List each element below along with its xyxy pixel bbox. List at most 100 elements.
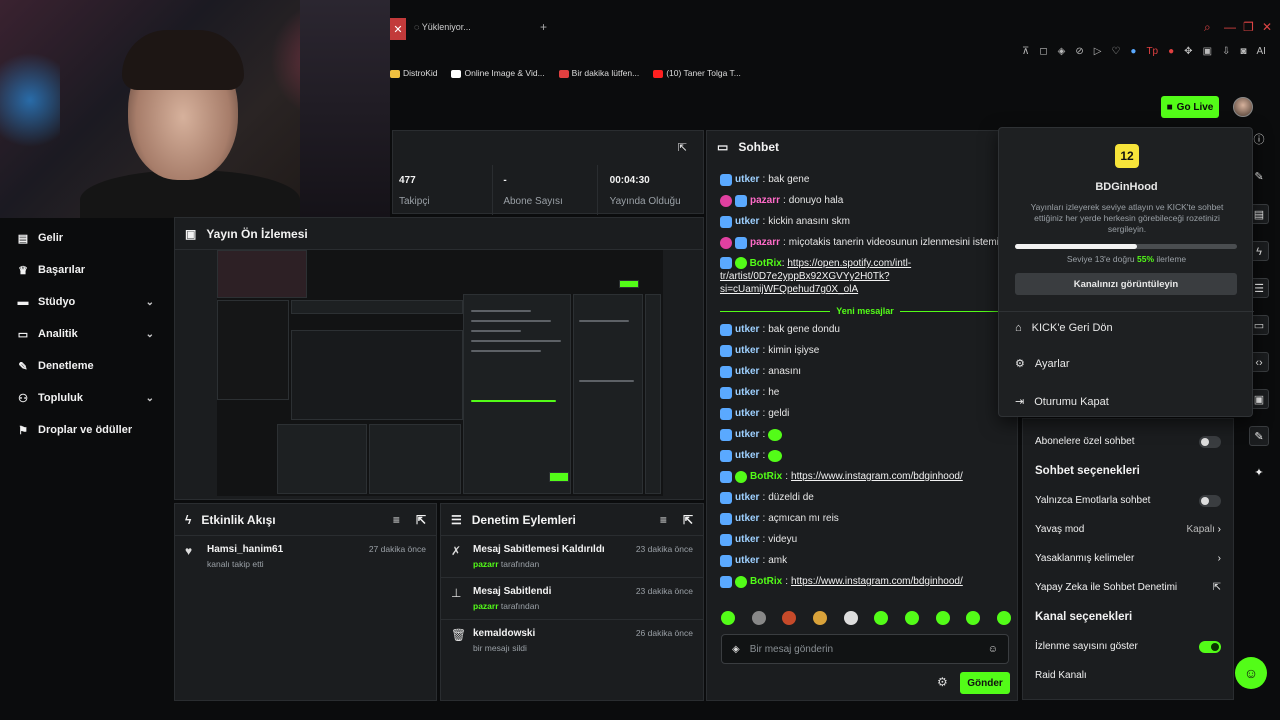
expand-icon[interactable]: ⇱	[678, 141, 687, 154]
help-chat-icon[interactable]: ☺	[1235, 657, 1267, 689]
play-icon[interactable]: ▷	[1094, 46, 1102, 57]
sparkle-icon[interactable]: ✦	[1249, 463, 1269, 483]
emote-icon[interactable]	[996, 611, 1011, 625]
badge-icon	[720, 470, 732, 483]
puzzle-icon[interactable]: ✥	[1184, 46, 1192, 57]
chat-message: utker:	[720, 445, 1010, 466]
sidebar-item-analitik[interactable]: ▭ Analitik ⌄	[0, 318, 172, 350]
sidebar: ▤ Gelir ♛ Başarılar ▬ Stüdyo ⌄ ▭ Analitik ⌄ ✎ D…	[0, 222, 172, 446]
bookmark-item[interactable]: (10) Taner Tolga T...	[653, 68, 741, 78]
emote-bar	[721, 611, 1011, 625]
trash-icon: 🗑	[451, 628, 467, 642]
external-link-icon: ⇱	[1212, 582, 1221, 593]
bookmark-item[interactable]: DistroKid	[390, 68, 437, 78]
raid-row[interactable]: Raid Kanalı	[1023, 661, 1233, 690]
wrench-icon[interactable]: ✎	[1249, 426, 1269, 446]
bookmark-item[interactable]: Bir dakika lütfen...	[558, 68, 639, 78]
wallet-icon[interactable]: ▣	[1203, 46, 1212, 57]
maximize-icon[interactable]: ❐	[1243, 20, 1254, 34]
bookmark-item[interactable]: Online Image & Vid...	[451, 68, 545, 78]
chat-message: utker: kickin anasını skm	[720, 211, 1010, 232]
emote-icon[interactable]	[812, 611, 827, 625]
chat-link[interactable]: https://open.spotify.com/intl-	[787, 258, 911, 269]
badge-icon	[720, 428, 732, 441]
loading-icon: ◌	[414, 22, 422, 32]
chat-message: BotRix: https://www.instagram.com/bdginh…	[720, 571, 1010, 592]
heart-icon[interactable]: ♡	[1111, 46, 1120, 57]
new-tab-button[interactable]: +	[540, 20, 547, 34]
sidebar-item-droplar[interactable]: ⚑ Droplar ve ödüller	[0, 414, 172, 446]
emote-icon[interactable]	[843, 611, 858, 625]
sidebar-item-studyo[interactable]: ▬ Stüdyo ⌄	[0, 286, 172, 318]
chat-link[interactable]: https://www.instagram.com/bdginhood/	[791, 576, 963, 587]
badge-icon	[720, 491, 732, 504]
show-views-toggle[interactable]	[1199, 640, 1221, 653]
gear-icon[interactable]: ⚙	[937, 675, 948, 689]
close-window-icon[interactable]: ✕	[1262, 20, 1272, 34]
extension-icon[interactable]: ●	[1168, 46, 1174, 57]
block-icon[interactable]: ⊘	[1075, 46, 1083, 57]
emote-icon[interactable]	[751, 611, 766, 625]
sidebar-item-topluluk[interactable]: ⚇ Topluluk ⌄	[0, 382, 172, 414]
new-messages-divider: Yeni mesajlar	[720, 303, 1010, 319]
subs-only-toggle[interactable]	[1199, 435, 1221, 448]
badge-icon	[720, 407, 732, 420]
filter-icon[interactable]: ≡	[660, 513, 667, 527]
pin-icon[interactable]: ⊼	[1022, 46, 1029, 57]
chat-message: utker: he	[720, 382, 1010, 403]
logout-item[interactable]: ⇥ Oturumu Kapat	[1015, 395, 1109, 409]
tab-close-button[interactable]: ✕	[390, 18, 406, 40]
sidebar-item-basarilar[interactable]: ♛ Başarılar	[0, 254, 172, 286]
send-button[interactable]: Gönder	[960, 672, 1010, 694]
emote-icon[interactable]	[721, 611, 735, 625]
sidebar-item-gelir[interactable]: ▤ Gelir	[0, 222, 172, 254]
chat-link[interactable]: https://www.instagram.com/bdginhood/	[791, 471, 963, 482]
ai-icon[interactable]: AI	[1256, 46, 1265, 57]
banned-words-row[interactable]: Yasaklanmış kelimeler ›	[1023, 544, 1233, 573]
sidebar-item-denetleme[interactable]: ✎ Denetleme	[0, 350, 172, 382]
emote-icon[interactable]	[904, 611, 919, 625]
trophy-icon: ♛	[18, 264, 28, 277]
verified-icon	[735, 470, 747, 483]
username: BDGinHood	[1095, 181, 1158, 193]
emoji-icon[interactable]: ☺	[988, 644, 998, 655]
shield-icon[interactable]: ◈	[1058, 46, 1066, 57]
verified-icon	[734, 257, 747, 270]
expand-icon[interactable]: ⇱	[683, 513, 693, 527]
download-icon[interactable]: ⇩	[1222, 46, 1230, 57]
expand-icon[interactable]: ⇱	[416, 513, 426, 527]
home-icon: ⌂	[1015, 322, 1022, 334]
chat-message: utker: açmıcan mı reis	[720, 508, 1010, 529]
emote-icon[interactable]	[966, 611, 981, 625]
ai-mod-row[interactable]: Yapay Zeka ile Sohbet Denetimi ⇱	[1023, 573, 1233, 602]
go-live-button[interactable]: ■ Go Live	[1161, 96, 1219, 118]
settings-item[interactable]: ⚙ Ayarlar	[1015, 357, 1070, 371]
tab-title[interactable]: ◌ Yükleniyor...	[414, 22, 471, 32]
minimize-icon[interactable]: —	[1224, 20, 1236, 34]
search-icon[interactable]: ⌕	[1204, 20, 1211, 35]
section-title: Kanal seçenekleri	[1035, 611, 1133, 623]
filter-icon[interactable]: ≡	[393, 513, 400, 527]
back-to-kick-item[interactable]: ⌂ KICK'e Geri Dön	[1015, 322, 1113, 334]
slow-mode-row[interactable]: Yavaş mod Kapalı ›	[1023, 515, 1233, 544]
pin-icon: ⊥	[451, 586, 462, 600]
emote-icon[interactable]	[874, 611, 889, 625]
show-views-row: İzlenme sayısını göster	[1023, 632, 1233, 661]
chat-link[interactable]: tr/artist/0D7e2yppBx92XGVYy2H0Tk?	[720, 271, 890, 282]
avatar[interactable]	[1233, 97, 1253, 117]
extension-icon[interactable]: ●	[1130, 46, 1136, 57]
emotes-only-toggle[interactable]	[1199, 494, 1221, 507]
stat-uptime: 00:04:30 Yayında Olduğu	[609, 175, 681, 207]
emote-icon[interactable]	[782, 611, 797, 625]
camera-icon[interactable]: ◙	[1240, 46, 1246, 57]
chat-message: BotRix: https://open.spotify.com/intl- t…	[720, 257, 912, 295]
chat-link[interactable]: si=cUamijWFQpehud7g0X_olA	[720, 284, 858, 295]
extension-icon[interactable]: Tp	[1146, 46, 1158, 57]
emote-icon[interactable]	[935, 611, 950, 625]
view-channel-button[interactable]: Kanalınızı görüntüleyin	[1015, 273, 1237, 295]
emotes-only-row: Yalnızca Emotlarla sohbet	[1023, 486, 1233, 515]
chat-input[interactable]: ◈ Bir mesaj gönderin ☺	[721, 634, 1009, 664]
stream-preview-video[interactable]	[217, 250, 663, 496]
badge-icon	[720, 344, 732, 357]
screenshot-icon[interactable]: ◻	[1039, 46, 1047, 57]
